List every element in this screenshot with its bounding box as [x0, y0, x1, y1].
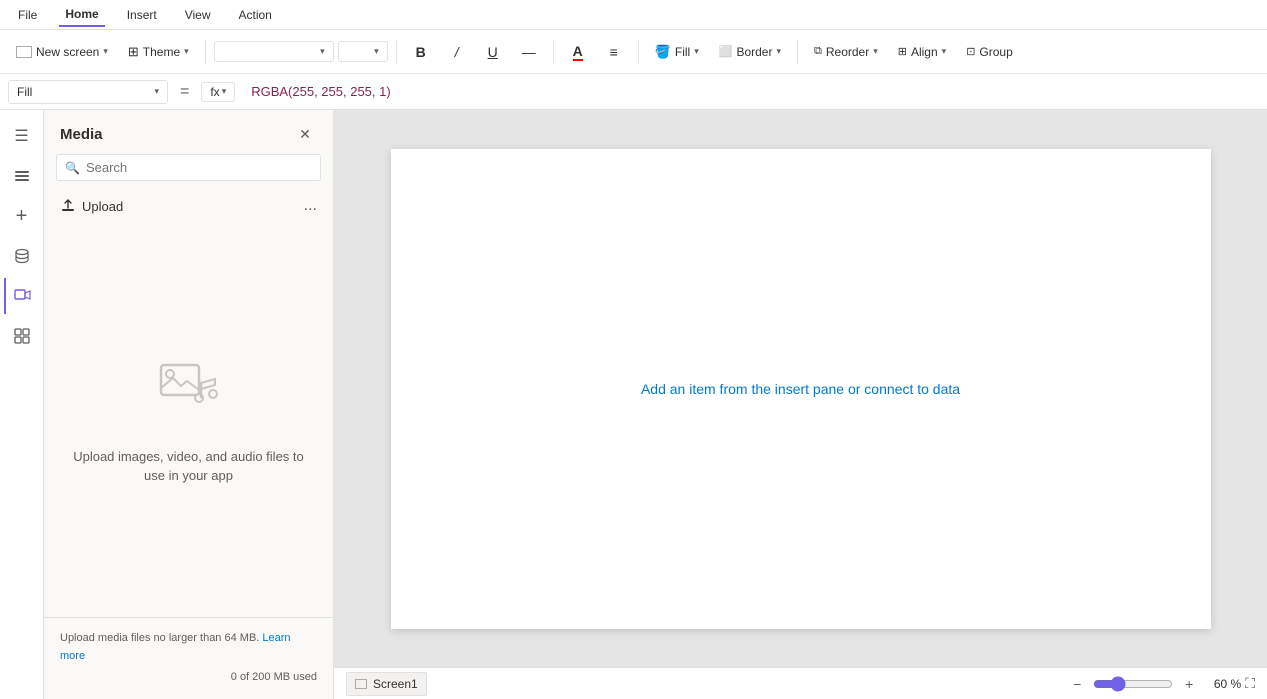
menu-insert[interactable]: Insert [121, 4, 163, 26]
zoom-value: 60 % [1205, 677, 1241, 691]
media-footer: Upload media files no larger than 64 MB.… [44, 617, 333, 699]
new-screen-chevron: ▾ [103, 46, 108, 57]
fx-button[interactable]: fx ▾ [201, 82, 235, 102]
menu-home[interactable]: Home [59, 3, 104, 27]
separator-2 [396, 40, 397, 64]
sidebar-icons: ☰ + [0, 110, 44, 699]
reorder-button[interactable]: ⧉ Reorder ▾ [806, 41, 886, 63]
media-empty-state: Upload images, video, and audio files to… [44, 223, 333, 617]
media-panel-title: Media [60, 126, 103, 143]
upload-more-button[interactable]: ... [304, 197, 317, 215]
components-icon[interactable] [4, 318, 40, 354]
align-button[interactable]: ≡ [598, 36, 630, 68]
toolbar: New screen ▾ ⊞ Theme ▾ ▾ ▾ B / U — A ≡ 🪣… [0, 30, 1267, 74]
search-box[interactable]: 🔍 [56, 154, 321, 181]
media-panel: Media ✕ 🔍 Upload ... [44, 110, 334, 699]
zoom-slider[interactable] [1093, 676, 1173, 692]
strikethrough-button[interactable]: — [513, 36, 545, 68]
canvas-screen: Add an item from the insert pane or conn… [391, 149, 1211, 629]
menu-view[interactable]: View [179, 4, 217, 26]
media-icon[interactable] [4, 278, 40, 314]
align-right-button[interactable]: ⊞ Align ▾ [890, 41, 954, 63]
fill-button[interactable]: 🪣 Fill ▾ [647, 40, 707, 64]
menu-file[interactable]: File [12, 4, 43, 26]
canvas-area: Add an item from the insert pane or conn… [334, 110, 1267, 699]
media-panel-close-button[interactable]: ✕ [293, 122, 317, 146]
formula-bar: Fill ▾ = fx ▾ RGBA(255, 255, 255, 1) [0, 74, 1267, 110]
connect-to-data-link[interactable]: connect to data [864, 381, 960, 397]
zoom-in-button[interactable]: + [1177, 672, 1201, 696]
usage-text: 0 of 200 MB used [60, 669, 317, 687]
bottom-bar: Screen1 − + 60 % ⛶ [334, 667, 1267, 699]
canvas-wrapper: Add an item from the insert pane or conn… [334, 110, 1267, 667]
separator-3 [553, 40, 554, 64]
menu-bar: File Home Insert View Action [0, 0, 1267, 30]
hamburger-icon[interactable]: ☰ [4, 118, 40, 154]
screen-tab-label: Screen1 [373, 677, 418, 691]
theme-chevron: ▾ [184, 46, 189, 57]
fullscreen-button[interactable]: ⛶ [1245, 675, 1255, 692]
font-color-button[interactable]: A [562, 36, 594, 68]
media-empty-text: Upload images, video, and audio files to… [64, 447, 313, 486]
upload-row: Upload ... [44, 189, 333, 223]
formula-input[interactable]: RGBA(255, 255, 255, 1) [243, 80, 1259, 103]
equals-sign: = [176, 83, 193, 101]
fill-property-dropdown[interactable]: Fill ▾ [8, 80, 168, 104]
zoom-out-button[interactable]: − [1065, 672, 1089, 696]
layers-icon[interactable] [4, 158, 40, 194]
media-empty-icon [157, 355, 221, 431]
search-icon: 🔍 [65, 161, 80, 175]
font-dropdown[interactable]: ▾ [214, 41, 334, 62]
upload-button[interactable]: Upload [60, 198, 123, 214]
separator-1 [205, 40, 206, 64]
media-panel-header: Media ✕ [44, 110, 333, 154]
group-button[interactable]: ⊡ Group [958, 41, 1021, 63]
new-screen-button[interactable]: New screen ▾ [8, 41, 116, 63]
underline-button[interactable]: U [477, 36, 509, 68]
zoom-controls: − + 60 % ⛶ [1065, 672, 1255, 696]
screen-tab[interactable]: Screen1 [346, 672, 427, 696]
canvas-hint: Add an item from the insert pane or conn… [641, 381, 960, 397]
bold-button[interactable]: B [405, 36, 437, 68]
database-icon[interactable] [4, 238, 40, 274]
border-button[interactable]: ⬜ Border ▾ [711, 41, 789, 63]
separator-4 [638, 40, 639, 64]
theme-button[interactable]: ⊞ Theme ▾ [120, 40, 197, 64]
add-icon[interactable]: + [4, 198, 40, 234]
main-area: ☰ + [0, 110, 1267, 699]
size-dropdown[interactable]: ▾ [338, 41, 388, 62]
search-input[interactable] [86, 160, 312, 175]
separator-5 [797, 40, 798, 64]
italic-button[interactable]: / [441, 36, 473, 68]
menu-action[interactable]: Action [233, 4, 278, 26]
